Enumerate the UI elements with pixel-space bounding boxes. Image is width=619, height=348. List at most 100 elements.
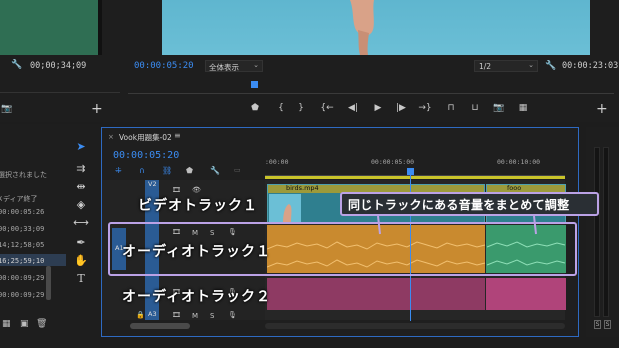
tools-panel: ➤ ⇉ ⇹ ◈ ⟷ ✒ ✋ T	[66, 124, 100, 348]
slip-tool-icon[interactable]: ⟷	[72, 214, 90, 230]
mute-button[interactable]: M	[192, 312, 198, 320]
audio-clip-a2-right[interactable]	[486, 278, 566, 310]
work-area-bar[interactable]	[265, 176, 565, 179]
go-to-in-icon[interactable]: {←	[320, 103, 333, 113]
menu-icon[interactable]: ≡	[174, 131, 181, 140]
program-timecode[interactable]: 00:00:05:20	[134, 61, 194, 71]
meter-bar	[594, 147, 600, 317]
marker-icon[interactable]: ⬟	[250, 103, 260, 113]
callout-text: 同じトラックにある音量をまとめて調整	[348, 198, 570, 212]
new-item-icon[interactable]: ▣	[20, 319, 29, 329]
ruler-label: 00:00:05:00	[371, 158, 415, 166]
overlay-video-track-label: ビデオトラック１	[138, 198, 258, 214]
solo-meter-button[interactable]: S	[604, 320, 611, 329]
ripple-edit-icon[interactable]: ⇹	[72, 178, 90, 194]
timeline-tab-label[interactable]: Vook用題集-02	[119, 132, 172, 143]
resolution-dropdown[interactable]: 1/2 ⌄	[474, 60, 538, 72]
play-icon[interactable]: ▶	[373, 103, 383, 113]
add-marker-icon[interactable]: ⬟	[186, 166, 193, 175]
source-video-frame-edge	[98, 0, 102, 55]
pen-tool-icon[interactable]: ✒	[72, 234, 90, 250]
overlay-audio-track-1-label: オーディオトラック１	[122, 244, 272, 260]
media-end-label: メディア終了	[0, 195, 38, 203]
add-button[interactable]: +	[596, 101, 608, 117]
scrollbar[interactable]	[46, 266, 51, 300]
selection-tool-icon[interactable]: ➤	[72, 138, 90, 154]
project-timecode: 00;00;33;09	[0, 225, 45, 233]
eye-icon[interactable]: 👁	[192, 186, 201, 194]
step-forward-icon[interactable]: |▶	[396, 103, 406, 113]
type-tool-icon[interactable]: T	[72, 270, 90, 286]
project-timecode: 00:00:05:26	[0, 208, 45, 216]
razor-tool-icon[interactable]: ◈	[72, 196, 90, 212]
wrench-icon[interactable]: 🔧	[11, 60, 22, 70]
program-video-frame	[162, 0, 590, 55]
source-monitor: 🔧 00;00;34;09 📷 +	[0, 0, 120, 122]
overlay-audio-track-2-label: オーディオトラック２	[122, 289, 272, 305]
sync-lock-icon[interactable]: 🎞	[172, 186, 181, 194]
timeline-zoom-bar[interactable]	[265, 323, 565, 329]
trash-icon[interactable]: 🗑	[36, 319, 47, 329]
ruler-label: 00:00:10:00	[497, 158, 541, 166]
in-point-icon[interactable]: {	[276, 103, 286, 113]
new-bin-icon[interactable]: ▦	[2, 319, 11, 329]
source-ruler	[0, 79, 120, 93]
extract-icon[interactable]: ⊔	[470, 103, 480, 113]
transport-controls: ⬟ { } {← ◀| ▶ |▶ →} ⊓ ⊔ 📷 ▦	[240, 103, 540, 117]
program-end-timecode: 00:00:23:03	[562, 61, 619, 71]
solo-button[interactable]: S	[210, 312, 214, 320]
ruler-label: :00:00	[265, 158, 289, 166]
source-timecode[interactable]: 00;00;34;09	[30, 61, 86, 71]
track-select-icon[interactable]: ⇉	[72, 160, 90, 176]
callout-arrows	[377, 216, 537, 235]
out-point-icon[interactable]: }	[296, 103, 306, 113]
camera-icon[interactable]: 📷	[1, 104, 12, 114]
source-video-frame	[0, 0, 98, 55]
program-scrub-bar[interactable]	[128, 80, 614, 94]
hand-image	[283, 204, 292, 223]
close-icon[interactable]: ×	[108, 133, 114, 141]
snap-icon[interactable]: ⁜	[115, 166, 122, 175]
wrench-icon[interactable]: 🔧	[545, 61, 556, 71]
linked-selection-icon[interactable]: ⛓	[162, 166, 172, 175]
microphone-icon[interactable]: 🎙	[228, 311, 237, 319]
project-timecode: 00:00:09;29	[0, 291, 45, 299]
project-panel: 選択されました メディア終了 00:00:05:26 00;00;33;09 1…	[0, 124, 66, 348]
resolution-label: 1/2	[479, 62, 492, 71]
go-to-out-icon[interactable]: →}	[418, 103, 431, 113]
selected-text: 選択されました	[0, 171, 47, 179]
sync-lock-icon[interactable]: 🎞	[172, 311, 181, 319]
playhead-head[interactable]	[407, 168, 414, 175]
fit-label: 全体表示	[209, 63, 239, 72]
project-timecode: 00:00:09;29	[0, 274, 45, 282]
clip-thumbnail	[269, 194, 301, 223]
horizontal-scrollbar[interactable]	[130, 323, 190, 329]
track-label-v2: V2	[148, 180, 157, 188]
magnet-icon[interactable]: ∩	[139, 166, 145, 175]
hand-image	[350, 0, 374, 55]
lift-icon[interactable]: ⊓	[446, 103, 456, 113]
camera-icon[interactable]: 📷	[493, 103, 504, 113]
solo-meter-button[interactable]: S	[594, 320, 601, 329]
hand-tool-icon[interactable]: ✋	[72, 252, 90, 268]
audio-meters: S S	[586, 127, 619, 337]
timeline-timecode[interactable]: 00:00:05:20	[113, 150, 179, 161]
lock-icon[interactable]: 🔒	[136, 311, 145, 319]
program-monitor: 00:00:05:20 全体表示 ⌄ 1/2 ⌄ 🔧 00:00:23:03 ⬟…	[120, 0, 619, 122]
time-ruler[interactable]: :00:00 00:00:05:00 00:00:10:00	[265, 156, 565, 176]
step-back-icon[interactable]: ◀|	[348, 103, 358, 113]
wrench-icon[interactable]: 🔧	[210, 166, 220, 175]
add-button[interactable]: +	[91, 101, 103, 117]
clip-name: fooo	[507, 184, 522, 192]
chevron-down-icon: ⌄	[253, 61, 259, 69]
captions-icon[interactable]: ▭	[234, 166, 241, 174]
playhead-marker[interactable]	[251, 81, 258, 88]
project-timecode: 14;12;58;05	[0, 241, 45, 249]
compare-icon[interactable]: ▦	[518, 103, 528, 113]
chevron-down-icon: ⌄	[528, 61, 534, 69]
track-label-a3: A3	[148, 310, 157, 318]
audio-clip-a2[interactable]	[267, 278, 485, 310]
clip-name: birds.mp4	[286, 184, 319, 192]
fit-dropdown[interactable]: 全体表示 ⌄	[205, 60, 263, 72]
project-timecode: 16;25;59;10	[0, 257, 45, 265]
